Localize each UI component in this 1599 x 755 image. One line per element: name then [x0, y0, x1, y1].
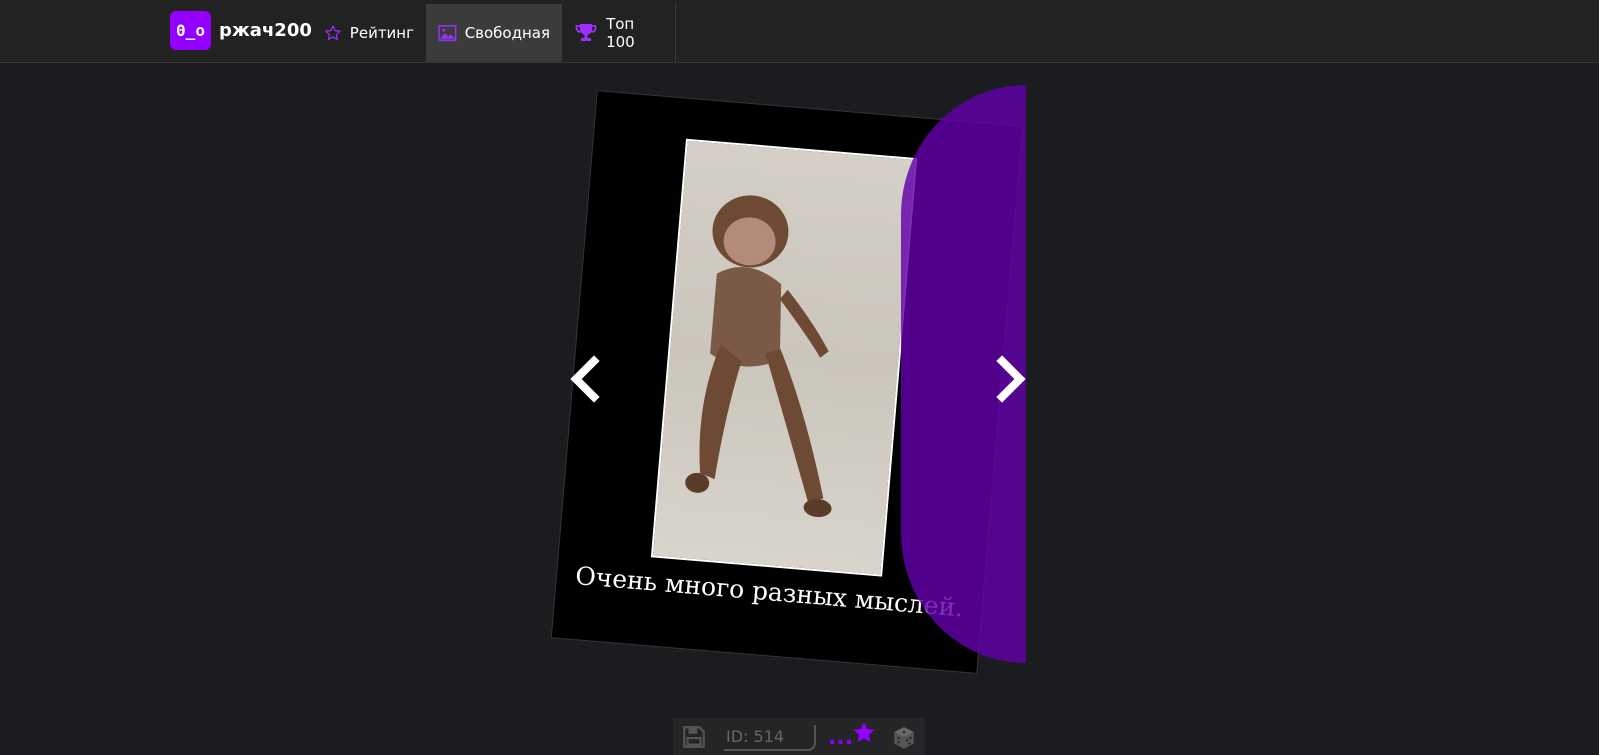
- nav-item-top100[interactable]: Топ 100: [562, 4, 676, 62]
- image-icon: [438, 25, 457, 41]
- site-logo[interactable]: 0_o: [170, 11, 211, 50]
- floppy-disk-icon: [683, 726, 705, 748]
- dice-icon: [894, 727, 914, 749]
- trophy-icon: [575, 23, 597, 42]
- chevron-right-icon: [996, 355, 1026, 403]
- monkey-photo: [650, 138, 918, 577]
- save-button[interactable]: [681, 724, 707, 754]
- nav-label-free: Свободная: [464, 24, 550, 42]
- favorite-button[interactable]: [851, 720, 877, 750]
- top-navigation-bar: 0_o ржач200 Рейтинг Свободная Топ 100: [0, 0, 1599, 63]
- random-button[interactable]: [891, 725, 917, 755]
- star-outline-icon: [325, 25, 341, 41]
- site-name[interactable]: ржач200: [219, 20, 312, 41]
- bottom-toolbar: ID: 514 ...: [673, 718, 925, 755]
- star-icon: [853, 722, 875, 743]
- chevron-left-icon: [570, 355, 600, 403]
- favorite-count-dots: ...: [828, 725, 854, 750]
- nav-item-free[interactable]: Свободная: [426, 4, 562, 62]
- previous-button[interactable]: [566, 355, 606, 403]
- monkey-illustration: [685, 195, 832, 518]
- nav-label-top100: Топ 100: [606, 15, 635, 51]
- nav-label-rating: Рейтинг: [349, 24, 414, 42]
- nav-item-rating[interactable]: Рейтинг: [312, 4, 426, 62]
- next-button[interactable]: [990, 355, 1030, 403]
- id-input[interactable]: ID: 514: [724, 725, 816, 751]
- logo-text: 0_o: [176, 21, 205, 40]
